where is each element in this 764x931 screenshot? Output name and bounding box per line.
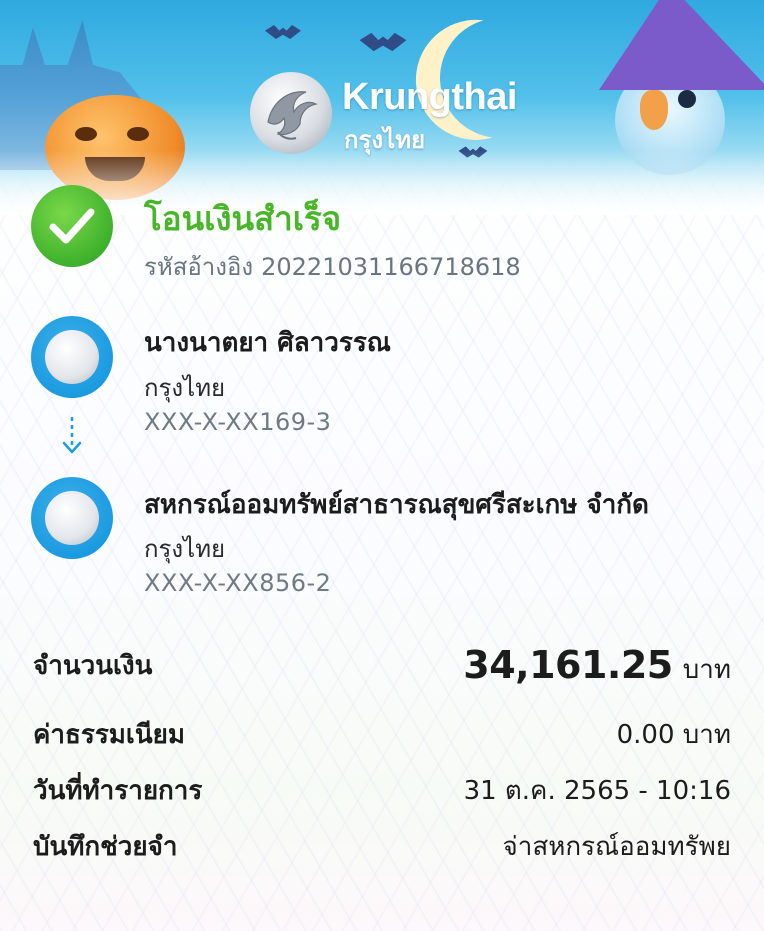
check-circle-icon [31, 185, 113, 267]
amount-value-row: 34,161.25 บาท [463, 643, 731, 690]
bank-logo-icon [45, 491, 99, 545]
brand-name-en: Krungthai [342, 76, 517, 118]
receiver-account: XXX-X-XX856-2 [144, 569, 332, 597]
amount-value: 34,161.25 [463, 643, 673, 687]
amount-unit: บาท [682, 655, 731, 685]
sender-account: XXX-X-XX169-3 [144, 408, 332, 436]
reference-line: รหัสอ้างอิง 2022103116671861​8 [144, 247, 521, 286]
phoenix-logo-icon [250, 72, 332, 154]
reference-label: รหัสอ้างอิง [144, 253, 254, 281]
sender-bank-avatar [31, 316, 113, 398]
date-label: วันที่ทำรายการ [33, 776, 203, 806]
krungthai-logo: Krungthai กรุงไทย [250, 70, 540, 160]
reference-number: 2022103116671861​8 [261, 253, 521, 281]
sender-bank: กรุงไทย [144, 374, 226, 402]
fee-label: ค่าธรรมเนียม [33, 720, 185, 750]
bat-icon [265, 25, 301, 39]
status-title: โอนเงินสำเร็จ [144, 199, 342, 238]
amount-label: จำนวนเงิน [33, 651, 153, 681]
brand-name-th: กรุงไทย [344, 126, 426, 154]
memo-value: จ่าสหกรณ์ออมทรัพย [502, 832, 731, 862]
fee-value: 0.00 บาท [616, 720, 731, 750]
bank-logo-icon [45, 330, 99, 384]
receiver-name: สหกรณ์ออมทรัพย์สาธารณสุขศรีสะเกษ จำกัด [144, 490, 649, 520]
sender-name: นางนาตยา ศิลาวรรณ [144, 328, 391, 358]
memo-label: บันทึกช่วยจำ [33, 832, 178, 862]
date-value: 31 ต.ค. 2565 - 10:16 [463, 776, 731, 806]
bat-icon [359, 32, 407, 52]
receiver-bank: กรุงไทย [144, 535, 226, 563]
receiver-bank-avatar [31, 477, 113, 559]
arrow-down-icon [62, 417, 82, 454]
